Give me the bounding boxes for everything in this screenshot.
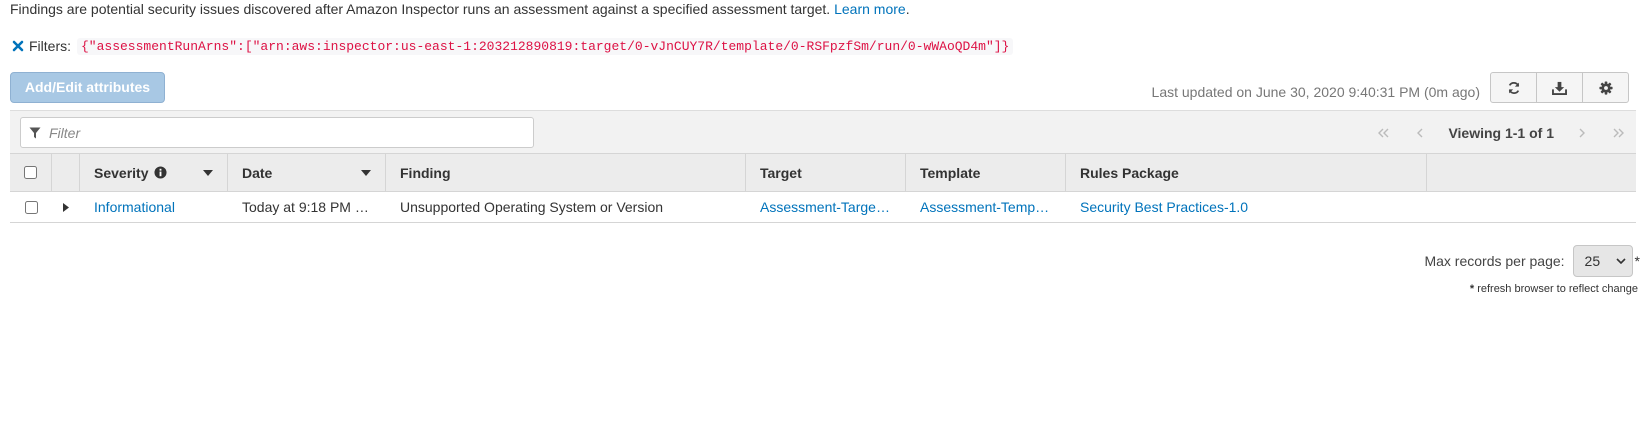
template-cell: Assessment-Template-Default bbox=[906, 192, 1066, 222]
download-button[interactable] bbox=[1536, 72, 1583, 103]
rules-package-link[interactable]: Security Best Practices-1.0 bbox=[1080, 199, 1248, 215]
double-chevron-right-icon bbox=[1613, 128, 1624, 137]
double-chevron-left-icon bbox=[1378, 128, 1389, 137]
column-header-severity[interactable]: Severity bbox=[80, 154, 228, 191]
chevron-left-icon bbox=[1417, 128, 1423, 137]
download-icon bbox=[1552, 81, 1567, 95]
viewing-count: Viewing 1-1 of 1 bbox=[1448, 124, 1554, 141]
row-select-cell bbox=[10, 192, 52, 222]
target-cell: Assessment-Target-All-Instances bbox=[746, 192, 906, 222]
funnel-icon bbox=[29, 127, 41, 138]
filter-input[interactable] bbox=[49, 124, 519, 141]
info-icon[interactable] bbox=[154, 166, 168, 179]
rules-package-cell: Security Best Practices-1.0 bbox=[1066, 192, 1427, 222]
row-filler-cell bbox=[1427, 192, 1636, 222]
last-page-button[interactable] bbox=[1600, 118, 1636, 148]
active-filters: Filters: {"assessmentRunArns":["arn:aws:… bbox=[12, 36, 1014, 56]
pagination: Viewing 1-1 of 1 bbox=[1366, 111, 1636, 154]
table-row[interactable]: Informational Today at 9:18 PM (UTC+3) U… bbox=[10, 192, 1636, 223]
gear-icon bbox=[1598, 80, 1613, 95]
row-checkbox[interactable] bbox=[24, 200, 38, 214]
rules-package-header-label: Rules Package bbox=[1080, 164, 1179, 181]
target-link[interactable]: Assessment-Target-All-Instances bbox=[760, 199, 892, 215]
next-page-button[interactable] bbox=[1564, 118, 1600, 148]
grid-toolbar: Viewing 1-1 of 1 bbox=[10, 110, 1636, 153]
finding-value: Unsupported Operating System or Version bbox=[400, 199, 664, 215]
finding-cell: Unsupported Operating System or Version bbox=[386, 192, 746, 222]
severity-header-label: Severity bbox=[94, 164, 149, 181]
intro-text: Findings are potential security issues d… bbox=[10, 1, 831, 17]
column-header-finding[interactable]: Finding bbox=[386, 154, 746, 191]
column-header-date[interactable]: Date bbox=[228, 154, 386, 191]
findings-table: Severity Date Finding Target Template Ru… bbox=[10, 153, 1636, 223]
intro-period: . bbox=[905, 1, 910, 17]
header-select-cell bbox=[10, 154, 52, 191]
date-header-label: Date bbox=[242, 164, 273, 181]
chevron-right-icon bbox=[1579, 128, 1585, 137]
target-header-label: Target bbox=[760, 164, 802, 181]
select-all-checkbox[interactable] bbox=[24, 166, 37, 179]
max-records-label: Max records per page: bbox=[1424, 253, 1565, 269]
filters-label: Filters: bbox=[29, 38, 71, 54]
max-records-select[interactable]: 25 bbox=[1572, 245, 1633, 277]
column-header-rules-package[interactable]: Rules Package bbox=[1066, 154, 1427, 191]
finding-header-label: Finding bbox=[400, 164, 451, 181]
learn-more-link[interactable]: Learn more bbox=[834, 1, 906, 17]
date-value: Today at 9:18 PM (UTC+3) bbox=[242, 199, 372, 215]
header-expand-cell bbox=[52, 154, 80, 191]
max-records-control: Max records per page: 25 * bbox=[1424, 245, 1640, 277]
refresh-icon bbox=[1508, 81, 1519, 94]
add-edit-attributes-button[interactable]: Add/Edit attributes bbox=[10, 72, 165, 103]
last-updated-text: Last updated on June 30, 2020 9:40:31 PM… bbox=[1151, 84, 1480, 100]
sort-caret-down-icon bbox=[203, 169, 213, 176]
row-expand-cell[interactable] bbox=[52, 192, 80, 222]
chevron-down-icon bbox=[1615, 258, 1626, 264]
template-header-label: Template bbox=[920, 164, 981, 181]
first-page-button[interactable] bbox=[1366, 118, 1402, 148]
filters-value: {"assessmentRunArns":["arn:aws:inspector… bbox=[77, 37, 1014, 55]
severity-cell: Informational bbox=[80, 192, 228, 222]
template-link[interactable]: Assessment-Template-Default bbox=[920, 199, 1052, 215]
table-header: Severity Date Finding Target Template Ru… bbox=[10, 153, 1636, 192]
max-records-value: 25 bbox=[1584, 253, 1601, 269]
asterisk: * bbox=[1634, 253, 1640, 269]
severity-link[interactable]: Informational bbox=[94, 199, 175, 215]
column-header-template[interactable]: Template bbox=[906, 154, 1066, 191]
settings-button[interactable] bbox=[1582, 72, 1629, 103]
caret-right-icon[interactable] bbox=[63, 202, 69, 212]
refresh-note-text: refresh browser to reflect change bbox=[1477, 283, 1638, 295]
refresh-note: * refresh browser to reflect change bbox=[1470, 282, 1638, 296]
refresh-button[interactable] bbox=[1490, 72, 1537, 103]
sort-caret-down-icon bbox=[361, 169, 371, 176]
refresh-note-star: * bbox=[1469, 283, 1475, 295]
date-cell: Today at 9:18 PM (UTC+3) bbox=[228, 192, 386, 222]
column-header-filler bbox=[1427, 154, 1636, 191]
intro-text-line: Findings are potential security issues d… bbox=[10, 0, 910, 18]
column-header-target[interactable]: Target bbox=[746, 154, 906, 191]
previous-page-button[interactable] bbox=[1402, 118, 1438, 148]
filter-field[interactable] bbox=[20, 117, 534, 148]
remove-filter-icon[interactable] bbox=[12, 40, 24, 52]
grid-actions bbox=[1490, 72, 1629, 103]
